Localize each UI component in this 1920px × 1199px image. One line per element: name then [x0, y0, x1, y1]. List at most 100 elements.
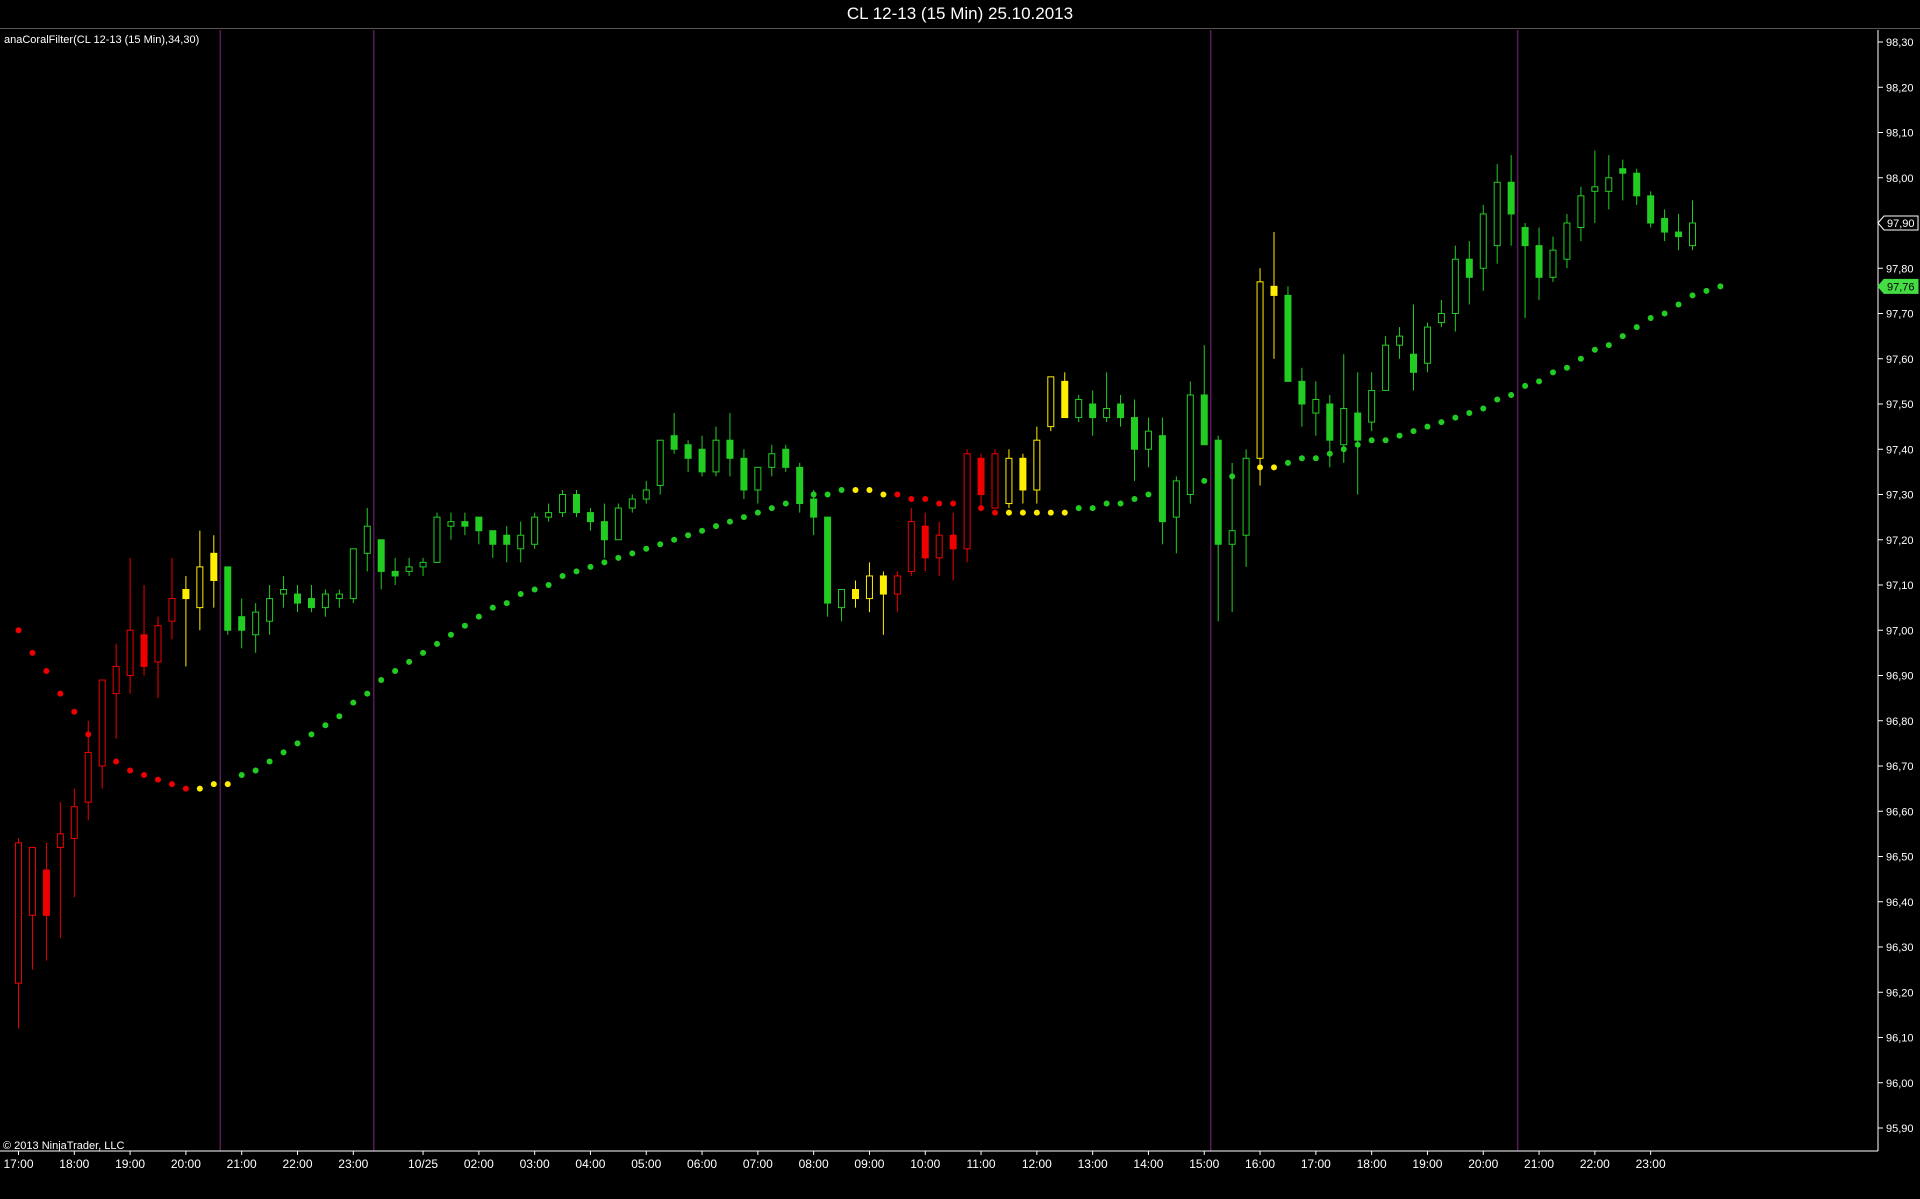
- candle: [991, 449, 999, 509]
- coral-dot: [531, 586, 538, 593]
- coral-dot: [950, 500, 957, 507]
- candle: [614, 503, 622, 541]
- candle-body-filled: [1284, 294, 1292, 382]
- candle: [852, 580, 859, 608]
- candle: [865, 562, 873, 613]
- candle-body-hollow: [1144, 430, 1152, 450]
- candle: [1298, 367, 1306, 427]
- coral-dot: [1312, 455, 1319, 462]
- coral-dot: [1494, 396, 1501, 403]
- candle-body-filled: [1061, 380, 1069, 419]
- y-tick-label: 98,00: [1886, 173, 1914, 185]
- candle-body-hollow: [1493, 181, 1501, 247]
- candle: [266, 585, 274, 635]
- candle: [1633, 168, 1641, 205]
- coral-dot: [838, 486, 845, 493]
- x-tick-label: 04:00: [575, 1157, 605, 1171]
- candle: [600, 503, 608, 558]
- candle: [726, 413, 734, 477]
- candle: [838, 589, 846, 622]
- candle: [1521, 223, 1529, 319]
- x-tick-label: 06:00: [687, 1157, 717, 1171]
- candle: [1019, 453, 1027, 504]
- x-tick-label: 07:00: [743, 1157, 773, 1171]
- price-chart[interactable]: 98,30 98,20 98,10 98,00 97,90 97,80 97,70 97,60…: [0, 0, 1920, 1199]
- candle-body-filled: [824, 516, 832, 604]
- candle-body-filled: [391, 570, 399, 577]
- candle: [796, 462, 804, 513]
- candle-body-filled: [949, 534, 957, 550]
- y-tick-label: 95,90: [1886, 1123, 1914, 1135]
- candle-body-filled: [586, 512, 594, 523]
- candle: [1200, 345, 1208, 446]
- candle-body-hollow: [168, 598, 176, 622]
- coral-dot: [517, 591, 524, 598]
- candle-body-filled: [977, 457, 985, 495]
- x-tick-label: 12:00: [1022, 1157, 1052, 1171]
- coral-dot: [1438, 419, 1445, 426]
- candle-body-hollow: [266, 598, 274, 622]
- candle: [196, 530, 204, 631]
- candle-body-hollow: [1591, 186, 1599, 192]
- coral-dot: [685, 532, 692, 539]
- candle: [712, 426, 720, 477]
- candle-body-filled: [670, 435, 678, 450]
- y-tick-label: 97,10: [1886, 580, 1914, 592]
- coral-dot: [1591, 346, 1598, 353]
- candle-body-hollow: [126, 629, 134, 676]
- candle: [1172, 476, 1180, 554]
- candle-body-hollow: [628, 498, 636, 509]
- coral-dot: [350, 699, 357, 706]
- candle: [586, 508, 594, 531]
- candle-body-hollow: [642, 489, 650, 500]
- candle: [70, 788, 78, 898]
- candle-body-filled: [1410, 353, 1417, 373]
- candle-body-hollow: [419, 561, 427, 568]
- candle: [963, 449, 971, 563]
- candle: [1396, 327, 1404, 359]
- candle: [1284, 286, 1292, 382]
- candle-body-filled: [600, 521, 608, 541]
- candle: [280, 575, 288, 608]
- last-price-label: 97,90: [1877, 215, 1919, 231]
- candle-body-hollow: [768, 453, 776, 468]
- candle: [1270, 232, 1278, 359]
- coral-dot: [1522, 382, 1529, 389]
- candle-body-filled: [1465, 258, 1473, 278]
- coral-dot: [573, 568, 580, 575]
- y-tick-label: 96,30: [1886, 942, 1914, 954]
- candle: [517, 521, 525, 563]
- coral-dot: [1061, 509, 1068, 516]
- candle-body-hollow: [280, 589, 288, 595]
- candle: [377, 539, 385, 590]
- coral-dot: [210, 781, 217, 788]
- candle-body-filled: [140, 634, 148, 667]
- y-tick-label: 96,50: [1886, 852, 1914, 864]
- candle: [1689, 200, 1696, 251]
- candle-body-filled: [377, 539, 385, 572]
- coral-dot: [420, 649, 427, 656]
- x-tick-label: 03:00: [520, 1157, 550, 1171]
- candle: [879, 571, 887, 635]
- candle-body-hollow: [1396, 335, 1404, 346]
- candle: [1256, 268, 1264, 486]
- y-tick-label: 97,70: [1886, 309, 1914, 321]
- candle-body-hollow: [154, 625, 162, 663]
- coral-dot: [1689, 292, 1696, 299]
- coral-dot: [503, 600, 510, 607]
- candle: [126, 557, 134, 694]
- candle-body-filled: [210, 552, 218, 581]
- candle: [573, 489, 580, 518]
- y-tick-label: 96,70: [1886, 761, 1914, 773]
- y-tick-label: 97,60: [1886, 354, 1914, 366]
- coral-dot: [364, 690, 371, 697]
- x-tick-label: 20:00: [171, 1157, 201, 1171]
- candle: [294, 585, 301, 613]
- candle-body-filled: [1619, 168, 1627, 174]
- coral-dot: [1145, 491, 1152, 498]
- coral-dot: [699, 527, 706, 534]
- candle: [15, 838, 22, 1029]
- candle: [210, 535, 218, 608]
- candle: [907, 508, 915, 576]
- candle: [768, 444, 776, 477]
